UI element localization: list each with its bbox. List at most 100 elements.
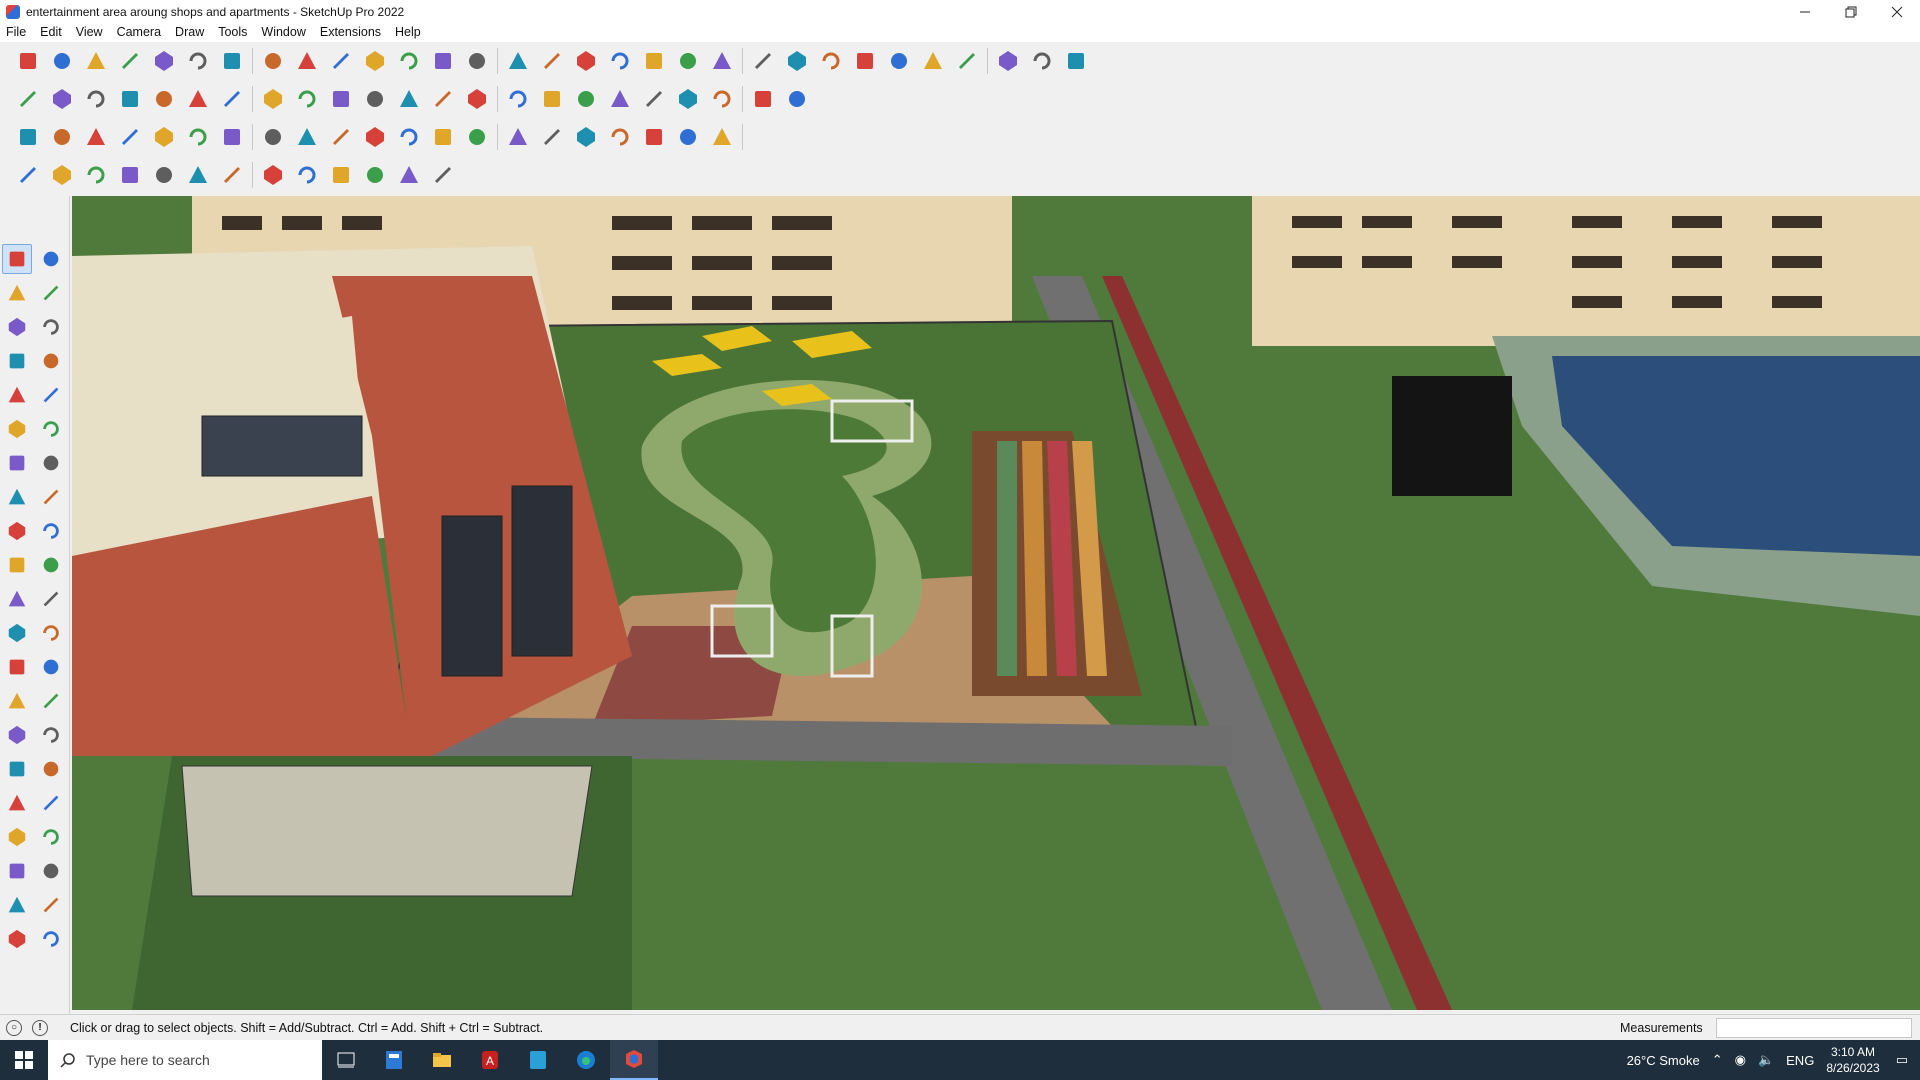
edge-app[interactable] xyxy=(562,1040,610,1080)
menu-edit[interactable]: Edit xyxy=(40,25,70,39)
speaker-icon[interactable]: 🔈 xyxy=(1758,1052,1774,1068)
arc2-icon[interactable] xyxy=(2,482,32,512)
sweep-icon[interactable] xyxy=(48,160,76,190)
menu-view[interactable]: View xyxy=(76,25,111,39)
tree-icon[interactable] xyxy=(538,122,566,152)
scale-icon[interactable] xyxy=(361,46,389,76)
arc3-icon[interactable] xyxy=(36,482,66,512)
extrude-icon[interactable] xyxy=(82,160,110,190)
box-icon[interactable] xyxy=(14,84,42,114)
minimize-button[interactable] xyxy=(1782,0,1828,24)
chain-icon[interactable] xyxy=(674,122,702,152)
vase-icon[interactable] xyxy=(429,160,457,190)
select-icon[interactable] xyxy=(48,46,76,76)
ruler-icon[interactable] xyxy=(674,84,702,114)
task-view-button[interactable] xyxy=(322,1040,370,1080)
redo-icon[interactable] xyxy=(994,46,1022,76)
section-plane-icon[interactable] xyxy=(2,890,32,920)
follow-me-icon[interactable] xyxy=(36,550,66,580)
zoom-extents-icon[interactable] xyxy=(606,46,634,76)
rotate-icon[interactable] xyxy=(327,46,355,76)
styles-icon[interactable] xyxy=(851,46,879,76)
plus-icon[interactable] xyxy=(361,122,389,152)
door-icon[interactable] xyxy=(572,84,600,114)
freehand-icon[interactable] xyxy=(327,84,355,114)
3d-viewport[interactable] xyxy=(72,196,1920,1010)
layers-icon[interactable] xyxy=(2,924,32,954)
text-icon[interactable] xyxy=(429,46,457,76)
pencil-icon[interactable] xyxy=(36,312,66,342)
orbit-icon[interactable] xyxy=(36,244,66,274)
section-fill-icon[interactable] xyxy=(36,890,66,920)
freehand-icon[interactable] xyxy=(36,346,66,376)
arc-icon[interactable] xyxy=(293,84,321,114)
home-icon[interactable] xyxy=(429,84,457,114)
rotated-rectangle-icon[interactable] xyxy=(36,380,66,410)
offset-icon[interactable] xyxy=(36,584,66,614)
measurements-field[interactable] xyxy=(1716,1018,1912,1038)
stair-icon[interactable] xyxy=(293,160,321,190)
zoom-icon[interactable] xyxy=(14,46,42,76)
rectangle-icon[interactable] xyxy=(2,380,32,410)
geolocation-icon[interactable]: ○ xyxy=(6,1019,22,1036)
curve-icon[interactable] xyxy=(708,84,736,114)
acrobat-app[interactable]: A xyxy=(466,1040,514,1080)
pie-icon[interactable] xyxy=(36,448,66,478)
plugin-icon[interactable] xyxy=(116,122,144,152)
plane-icon[interactable] xyxy=(48,122,76,152)
scale-icon[interactable] xyxy=(2,584,32,614)
polygon-icon[interactable] xyxy=(36,414,66,444)
chevron-up-icon[interactable]: ⌃ xyxy=(1712,1052,1723,1068)
building-icon[interactable] xyxy=(463,84,491,114)
user-icon[interactable] xyxy=(783,46,811,76)
previous-view-icon[interactable] xyxy=(36,788,66,818)
network-icon[interactable]: ◉ xyxy=(1735,1052,1746,1068)
push-icon[interactable] xyxy=(116,84,144,114)
layout-app[interactable] xyxy=(514,1040,562,1080)
twist-icon[interactable] xyxy=(150,160,178,190)
menu-file[interactable]: File xyxy=(6,25,34,39)
lasso-icon[interactable] xyxy=(150,46,178,76)
axes-icon[interactable] xyxy=(2,686,32,716)
menu-help[interactable]: Help xyxy=(395,25,429,39)
line-icon[interactable] xyxy=(361,84,389,114)
cube-icon[interactable] xyxy=(82,84,110,114)
tape-measure-icon[interactable] xyxy=(2,618,32,648)
dimension-icon[interactable] xyxy=(36,618,66,648)
face-icon[interactable] xyxy=(14,122,42,152)
orbit-icon[interactable] xyxy=(504,46,532,76)
texture-icon[interactable] xyxy=(327,160,355,190)
weather-widget[interactable]: 26°C Smoke xyxy=(1627,1053,1700,1068)
materials-icon[interactable] xyxy=(817,46,845,76)
text-icon[interactable] xyxy=(36,652,66,682)
circle-icon[interactable] xyxy=(259,84,287,114)
menu-window[interactable]: Window xyxy=(261,25,313,39)
rotate-icon[interactable] xyxy=(2,550,32,580)
paint-bucket-icon[interactable] xyxy=(2,278,32,308)
styles-icon[interactable] xyxy=(36,924,66,954)
roof-icon[interactable] xyxy=(504,84,532,114)
restore-button[interactable] xyxy=(1828,0,1874,24)
pencil-icon[interactable] xyxy=(116,46,144,76)
red-square-icon[interactable] xyxy=(184,122,212,152)
stairs-icon[interactable] xyxy=(538,84,566,114)
magnet-icon[interactable] xyxy=(572,122,600,152)
outliner-icon[interactable] xyxy=(749,46,777,76)
orbit2-icon[interactable] xyxy=(2,720,32,750)
fog-icon[interactable] xyxy=(953,46,981,76)
zoom-icon[interactable] xyxy=(2,754,32,784)
layer-icon[interactable] xyxy=(82,122,110,152)
circle-icon[interactable] xyxy=(2,414,32,444)
sun-icon[interactable] xyxy=(463,122,491,152)
frame-icon[interactable] xyxy=(259,122,287,152)
line-icon[interactable] xyxy=(2,346,32,376)
push-pull-icon[interactable] xyxy=(218,46,246,76)
grid-icon[interactable] xyxy=(218,122,246,152)
axes-icon[interactable] xyxy=(885,46,913,76)
calculator-app[interactable] xyxy=(370,1040,418,1080)
menu-tools[interactable]: Tools xyxy=(218,25,255,39)
tape-measure-icon[interactable] xyxy=(395,46,423,76)
component-icon[interactable] xyxy=(2,312,32,342)
push-pull-icon[interactable] xyxy=(36,516,66,546)
loop-icon[interactable] xyxy=(504,122,532,152)
